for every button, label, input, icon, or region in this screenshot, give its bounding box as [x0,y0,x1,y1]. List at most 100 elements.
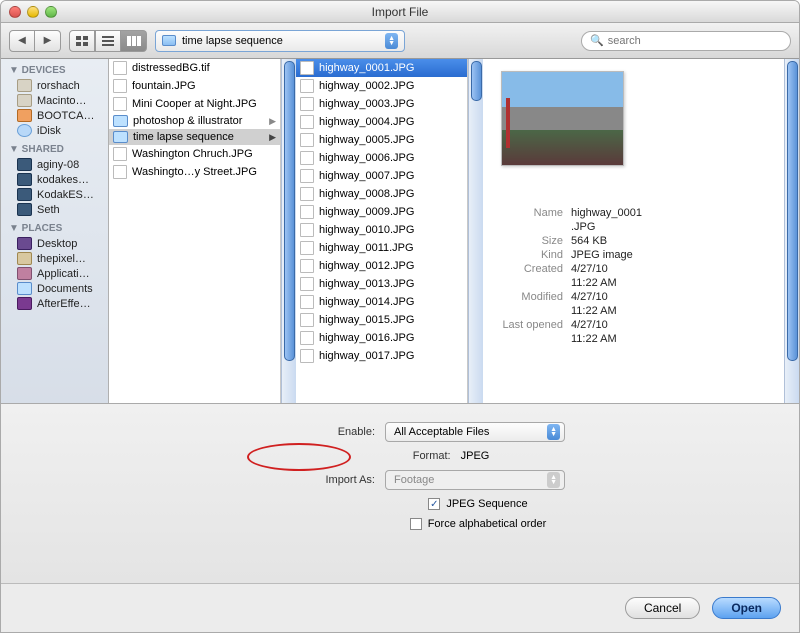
updown-arrows-icon: ▲▼ [385,33,398,49]
file-row[interactable]: highway_0003.JPG [296,95,467,113]
force-alpha-row: Force alphabetical order [410,518,547,530]
scroll-thumb[interactable] [284,61,295,361]
file-row[interactable]: highway_0013.JPG [296,275,467,293]
sidebar-item[interactable]: Documents [1,281,108,296]
file-row[interactable]: Mini Cooper at Night.JPG [109,95,280,113]
force-alpha-checkbox[interactable] [410,518,422,530]
cancel-button[interactable]: Cancel [625,597,700,619]
close-window-button[interactable] [9,6,21,18]
preview-thumbnail [501,71,624,166]
meta-val-opened2: 11:22 AM [571,333,617,345]
file-icon [300,151,314,165]
file-icon [300,187,314,201]
file-row[interactable]: highway_0012.JPG [296,257,467,275]
forward-button[interactable]: ▶ [35,30,61,52]
sidebar-item[interactable]: Seth [1,202,108,217]
chevron-left-icon: ◀ [18,35,26,46]
monitor-icon [17,173,32,186]
minimize-window-button[interactable] [27,6,39,18]
back-button[interactable]: ◀ [9,30,35,52]
meta-key-modified: Modified [495,291,571,303]
jpeg-sequence-checkbox[interactable]: ✓ [428,498,440,510]
sidebar-section-header[interactable]: ▼ PLACES [1,217,108,236]
file-row[interactable]: highway_0011.JPG [296,239,467,257]
sidebar-item[interactable]: AfterEffe… [1,296,108,311]
file-row[interactable]: highway_0010.JPG [296,221,467,239]
sidebar-item-label: thepixel… [37,253,86,265]
file-name: Washingto…y Street.JPG [132,166,257,178]
file-name: photoshop & illustrator [133,115,242,127]
sidebar-item[interactable]: KodakES… [1,187,108,202]
file-name: Mini Cooper at Night.JPG [132,98,257,110]
enable-row: Enable: All Acceptable Files ▲▼ [235,422,565,442]
file-name: highway_0007.JPG [319,170,414,182]
sidebar-item-label: Desktop [37,238,77,250]
list-view-button[interactable] [95,30,121,52]
file-row[interactable]: highway_0004.JPG [296,113,467,131]
sidebar-item[interactable]: kodakes… [1,172,108,187]
import-as-label: Import As: [235,474,375,486]
sidebar-item[interactable]: BOOTCA… [1,108,108,123]
grid-icon [76,36,88,46]
preview-scrollbar[interactable] [784,59,799,403]
file-row[interactable]: highway_0006.JPG [296,149,467,167]
file-name: highway_0005.JPG [319,134,414,146]
path-selector[interactable]: time lapse sequence ▲▼ [155,30,405,52]
file-row[interactable]: fountain.JPG [109,77,280,95]
file-icon [300,331,314,345]
file-row[interactable]: time lapse sequence▶ [109,129,280,145]
sidebar-item[interactable]: aginy-08 [1,157,108,172]
file-name: Washington Chruch.JPG [132,148,253,160]
open-button[interactable]: Open [712,597,781,619]
scroll-thumb[interactable] [787,61,798,361]
file-row[interactable]: highway_0005.JPG [296,131,467,149]
column-2-scrollbar[interactable] [468,59,483,403]
column-2[interactable]: highway_0001.JPGhighway_0002.JPGhighway_… [296,59,468,403]
enable-select[interactable]: All Acceptable Files ▲▼ [385,422,565,442]
enable-label: Enable: [235,426,375,438]
sidebar-item[interactable]: Applicati… [1,266,108,281]
column-1[interactable]: distressedBG.tif fountain.JPG Mini Cooper … [109,59,281,403]
file-row[interactable]: highway_0015.JPG [296,311,467,329]
file-row[interactable]: photoshop & illustrator▶ [109,113,280,129]
file-row[interactable]: highway_0008.JPG [296,185,467,203]
zoom-window-button[interactable] [45,6,57,18]
file-row[interactable]: highway_0002.JPG [296,77,467,95]
column-view-button[interactable] [121,30,147,52]
meta-val-kind: JPEG image [571,249,633,261]
scroll-thumb[interactable] [471,61,482,101]
sidebar-item[interactable]: iDisk [1,123,108,138]
monitor-icon [17,203,32,216]
search-input[interactable] [608,35,782,47]
file-icon [300,115,314,129]
preview-pane: Namehighway_0001 .JPG Size564 KB KindJPE… [483,59,784,403]
file-row[interactable]: highway_0001.JPG [296,59,467,77]
meta-key-opened2 [495,333,571,345]
column-1-scrollbar[interactable] [281,59,296,403]
sidebar-item[interactable]: Macinto… [1,93,108,108]
file-row[interactable]: distressedBG.tif [109,59,280,77]
file-name: highway_0012.JPG [319,260,414,272]
file-name: fountain.JPG [132,80,196,92]
jpeg-sequence-row: ✓ JPEG Sequence [428,498,527,510]
sidebar-item-label: Applicati… [37,268,90,280]
meta-key-ext [495,221,571,233]
file-icon [300,259,314,273]
file-row[interactable]: highway_0009.JPG [296,203,467,221]
home-icon [17,252,32,265]
file-name: highway_0009.JPG [319,206,414,218]
file-row[interactable]: highway_0014.JPG [296,293,467,311]
file-row[interactable]: highway_0016.JPG [296,329,467,347]
search-field[interactable]: 🔍 [581,31,791,51]
icon-view-button[interactable] [69,30,95,52]
file-row[interactable]: Washingto…y Street.JPG [109,163,280,181]
sidebar-item[interactable]: thepixel… [1,251,108,266]
sidebar-item[interactable]: Desktop [1,236,108,251]
file-row[interactable]: highway_0007.JPG [296,167,467,185]
sidebar-section-header[interactable]: ▼ SHARED [1,138,108,157]
file-row[interactable]: Washington Chruch.JPG [109,145,280,163]
sidebar-section-header[interactable]: ▼ DEVICES [1,59,108,78]
file-icon [300,169,314,183]
file-row[interactable]: highway_0017.JPG [296,347,467,365]
sidebar-item[interactable]: rorshach [1,78,108,93]
